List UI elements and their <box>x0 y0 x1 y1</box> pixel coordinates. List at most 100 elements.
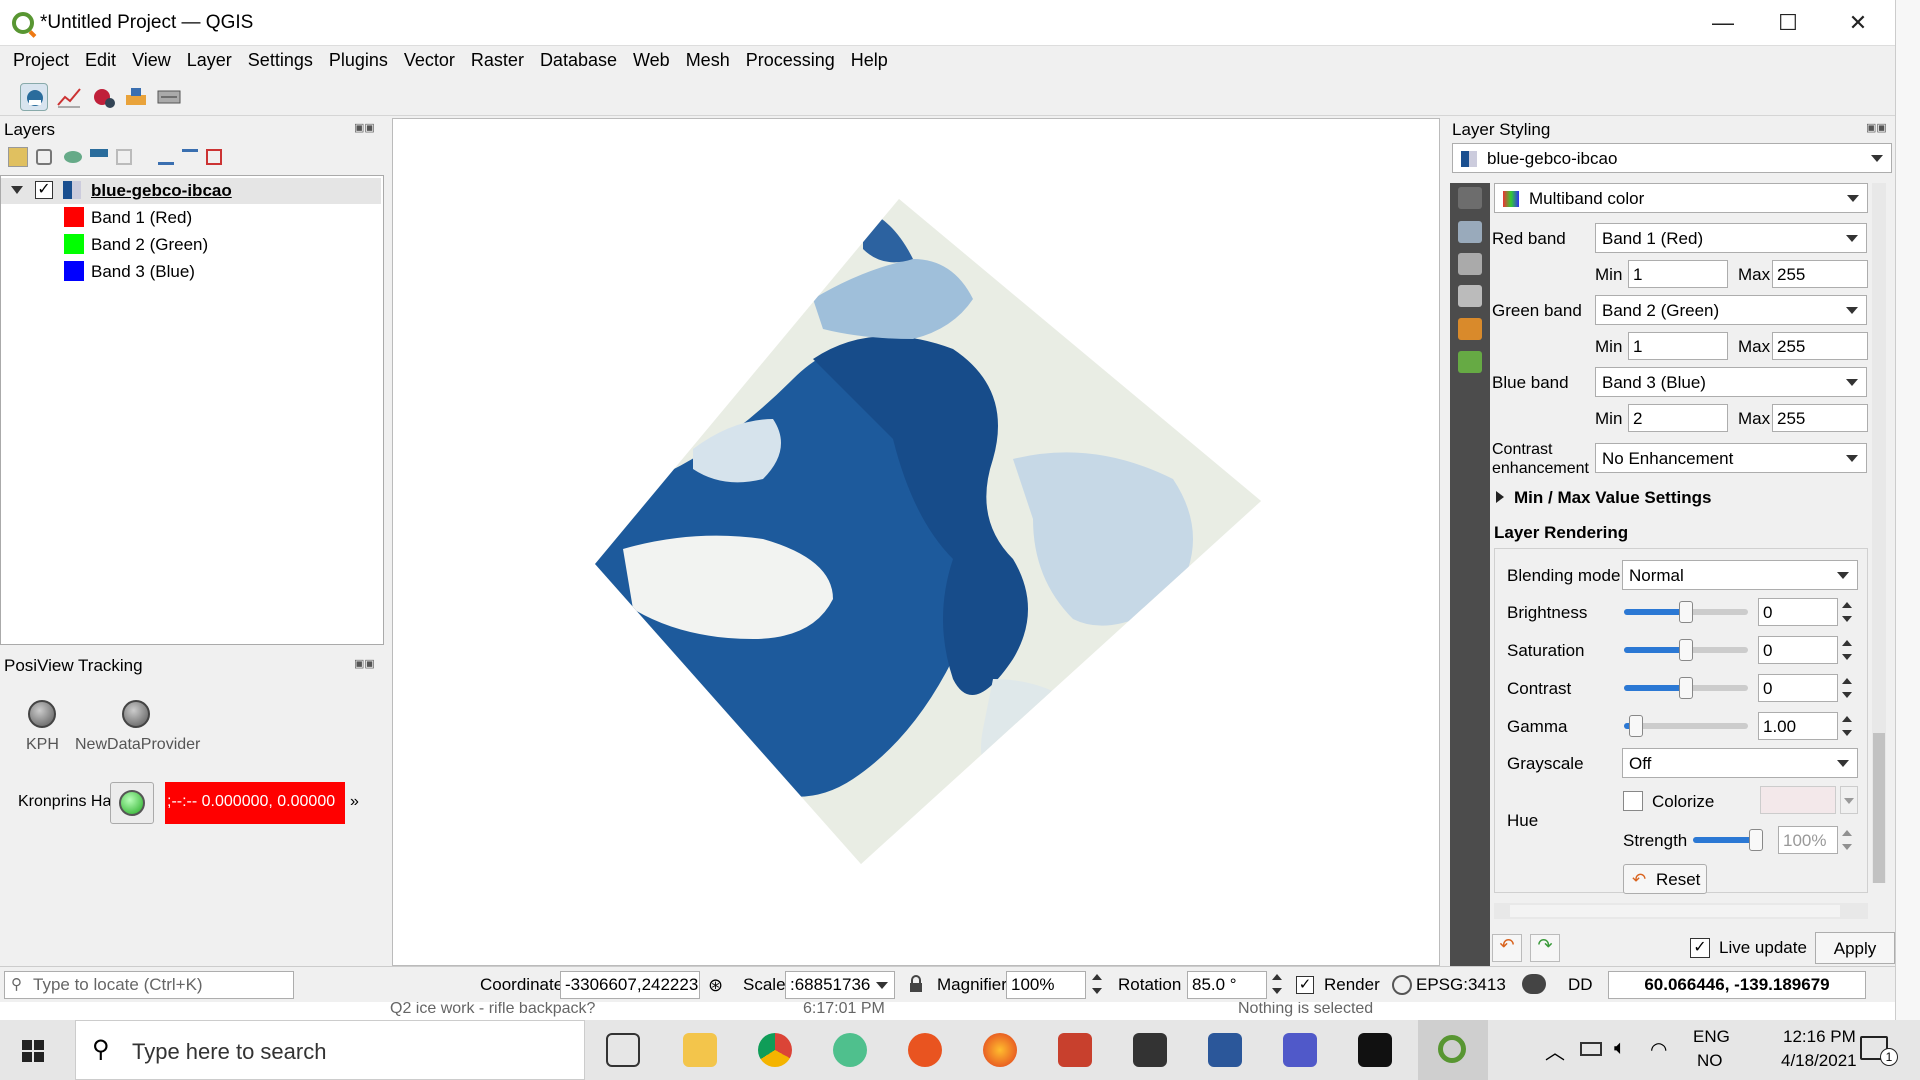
band-row[interactable]: Band 3 (Blue) <box>1 259 381 285</box>
styling-dock-buttons[interactable]: ▣▣ <box>1866 121 1887 134</box>
clock-date[interactable]: 4/18/2021 <box>1781 1051 1857 1071</box>
grayscale-combo[interactable]: Off <box>1622 748 1858 778</box>
scrollbar-thumb[interactable] <box>1510 905 1840 917</box>
menu-view[interactable]: View <box>124 46 179 75</box>
saturation-input[interactable]: 0 <box>1758 636 1838 664</box>
brightness-input[interactable]: 0 <box>1758 598 1838 626</box>
language-bottom[interactable]: NO <box>1697 1051 1723 1071</box>
chrome-icon[interactable] <box>758 1033 792 1067</box>
atom-icon[interactable] <box>833 1033 867 1067</box>
filter-icon[interactable] <box>90 149 108 165</box>
app-icon[interactable] <box>1058 1033 1092 1067</box>
menu-processing[interactable]: Processing <box>738 46 843 75</box>
live-update-checkbox[interactable]: ✓ <box>1690 938 1710 958</box>
histogram-tab-icon[interactable] <box>1458 253 1482 275</box>
gamma-spinner[interactable] <box>1838 711 1856 741</box>
red-band-combo[interactable]: Band 1 (Red) <box>1595 223 1867 253</box>
posiview-dock-buttons[interactable]: ▣▣ <box>354 657 375 670</box>
horizontal-scrollbar[interactable] <box>1494 903 1868 919</box>
gauge-icon[interactable] <box>155 83 183 111</box>
posiview-icon[interactable] <box>20 83 48 111</box>
remove-layer-icon[interactable] <box>206 149 222 165</box>
undo-icon[interactable]: ↶ <box>1492 934 1522 962</box>
menu-settings[interactable]: Settings <box>240 46 321 75</box>
blending-mode-combo[interactable]: Normal <box>1622 560 1858 590</box>
menu-vector[interactable]: Vector <box>396 46 463 75</box>
gamma-slider[interactable] <box>1624 715 1748 737</box>
strength-slider[interactable] <box>1693 829 1763 851</box>
collapse-all-icon[interactable] <box>182 149 198 165</box>
rotation-spinner[interactable] <box>1268 969 1286 999</box>
menu-plugins[interactable]: Plugins <box>321 46 396 75</box>
filter-expression-icon[interactable] <box>116 149 132 165</box>
file-explorer-icon[interactable] <box>683 1033 717 1067</box>
menu-project[interactable]: Project <box>5 46 77 75</box>
record-icon[interactable] <box>90 83 118 111</box>
pyramids-tab-icon[interactable] <box>1458 318 1482 340</box>
taskbar-search-box[interactable]: ⚲ Type here to search <box>75 1020 585 1080</box>
chart-icon[interactable] <box>55 83 83 111</box>
firefox-icon[interactable] <box>983 1033 1017 1067</box>
terminal-icon[interactable] <box>1133 1033 1167 1067</box>
redo-icon[interactable]: ↷ <box>1530 934 1560 962</box>
blue-min-input[interactable]: 2 <box>1628 404 1728 432</box>
battery-icon[interactable] <box>1580 1042 1602 1056</box>
layer-select-combo[interactable]: blue-gebco-ibcao <box>1452 143 1892 173</box>
globe-icon[interactable] <box>1392 975 1412 995</box>
coordinate-input[interactable]: -3306607,242223 <box>560 971 700 999</box>
band-row[interactable]: Band 1 (Red) <box>1 205 381 231</box>
history-tab-icon[interactable] <box>1458 351 1482 373</box>
rotation-input[interactable]: 85.0 ° <box>1187 971 1267 999</box>
brightness-spinner[interactable] <box>1838 597 1856 627</box>
menu-database[interactable]: Database <box>532 46 625 75</box>
color-menu-button[interactable] <box>1840 786 1858 814</box>
chevron-right-icon[interactable] <box>1496 491 1504 503</box>
green-band-combo[interactable]: Band 2 (Green) <box>1595 295 1867 325</box>
menu-layer[interactable]: Layer <box>179 46 240 75</box>
blue-band-combo[interactable]: Band 3 (Blue) <box>1595 367 1867 397</box>
expand-all-icon[interactable] <box>158 149 174 165</box>
red-min-input[interactable]: 1 <box>1628 260 1728 288</box>
styling-scrollbar[interactable] <box>1872 183 1886 883</box>
style-manager-icon[interactable] <box>8 147 28 167</box>
menu-help[interactable]: Help <box>843 46 896 75</box>
scale-combo[interactable]: :68851736 <box>785 971 895 999</box>
qgis-taskbar-button[interactable] <box>1418 1020 1488 1080</box>
red-max-input[interactable]: 255 <box>1772 260 1868 288</box>
language-top[interactable]: ENG <box>1693 1027 1730 1047</box>
messages-icon[interactable] <box>1522 974 1546 994</box>
band-row[interactable]: Band 2 (Green) <box>1 232 381 258</box>
chevron-down-icon[interactable] <box>11 186 23 194</box>
more-icon[interactable]: » <box>350 793 359 811</box>
colorize-checkbox[interactable] <box>1623 791 1643 811</box>
green-min-input[interactable]: 1 <box>1628 332 1728 360</box>
layer-name[interactable]: blue-gebco-ibcao <box>91 181 232 201</box>
waves-icon[interactable] <box>1358 1033 1392 1067</box>
strength-input[interactable]: 100% <box>1778 826 1838 854</box>
apply-button[interactable]: Apply <box>1815 932 1895 964</box>
teams-icon[interactable] <box>1283 1033 1317 1067</box>
render-checkbox[interactable]: ✓ <box>1296 976 1314 994</box>
layers-dock-buttons[interactable]: ▣▣ <box>354 121 375 134</box>
scrollbar-thumb[interactable] <box>1873 733 1885 883</box>
rendering-tab-icon[interactable] <box>1458 285 1482 307</box>
contrast-spinner[interactable] <box>1838 673 1856 703</box>
magnifier-input[interactable]: 100% <box>1006 971 1086 999</box>
transparency-tab-icon[interactable] <box>1458 221 1482 243</box>
strength-spinner[interactable] <box>1838 825 1856 855</box>
contrast-input[interactable]: 0 <box>1758 674 1838 702</box>
clock-time[interactable]: 12:16 PM <box>1783 1027 1856 1047</box>
symbology-tab-icon[interactable] <box>1458 187 1482 209</box>
windows-start-icon[interactable] <box>22 1040 44 1062</box>
maximize-icon[interactable]: ☐ <box>1760 8 1816 38</box>
green-max-input[interactable]: 255 <box>1772 332 1868 360</box>
vessel-tracking-button[interactable] <box>110 782 154 824</box>
brightness-slider[interactable] <box>1624 601 1748 623</box>
menu-edit[interactable]: Edit <box>77 46 124 75</box>
add-group-icon[interactable] <box>36 149 52 165</box>
task-view-icon[interactable] <box>606 1033 640 1067</box>
magnifier-spinner[interactable] <box>1088 969 1106 999</box>
mouse-coordinate-toggle-icon[interactable]: ⊛ <box>708 975 723 996</box>
wifi-icon[interactable]: ◠ <box>1650 1037 1667 1062</box>
ubuntu-icon[interactable] <box>908 1033 942 1067</box>
